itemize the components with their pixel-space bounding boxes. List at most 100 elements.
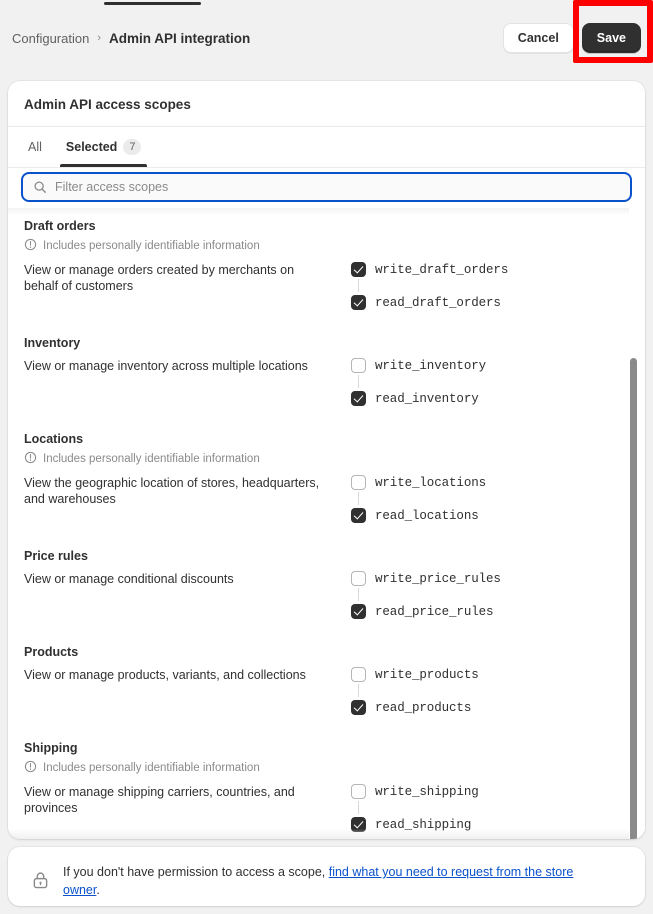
scope-name-label: read_products	[375, 700, 472, 715]
scope-group: Price rules View or manage conditional di…	[24, 538, 631, 634]
checkbox-checked[interactable]	[351, 391, 366, 406]
scope-description: View or manage products, variants, and c…	[24, 668, 306, 682]
checkbox-unchecked[interactable]	[351, 667, 366, 682]
scope-group: Shipping Includes personally identifiable…	[24, 730, 631, 839]
scope-connector-line	[351, 278, 631, 294]
info-icon	[24, 760, 37, 776]
breadcrumb: Configuration › Admin API integration	[0, 31, 250, 46]
scope-checkbox-item[interactable]: write_draft_orders	[351, 261, 631, 278]
scope-row: View or manage inventory across multiple…	[24, 353, 631, 421]
scope-checkbox-item[interactable]: read_price_rules	[351, 603, 631, 620]
checkbox-unchecked[interactable]	[351, 571, 366, 586]
scope-row: View or manage orders created by merchan…	[24, 257, 631, 325]
scope-group-title: Locations	[24, 432, 84, 446]
tab-all-label: All	[28, 140, 42, 154]
scope-row: View or manage conditional discounts writ…	[24, 566, 631, 634]
scope-checkbox-item[interactable]: read_shipping	[351, 816, 631, 833]
breadcrumb-parent-link[interactable]: Configuration	[12, 31, 89, 46]
scope-name-label: read_draft_orders	[375, 295, 501, 310]
scope-checkbox-group: write_draft_orders read_draft_orders	[320, 261, 631, 311]
scope-checkbox-item[interactable]: read_inventory	[351, 390, 631, 407]
scope-group: Draft orders Includes personally identifi…	[24, 208, 631, 325]
scope-checkbox-item[interactable]: read_draft_orders	[351, 294, 631, 311]
chevron-right-icon: ›	[97, 31, 101, 44]
tab-selected-count: 7	[123, 139, 142, 155]
scrollbar-thumb[interactable]	[630, 358, 637, 839]
scope-description: View the geographic location of stores, …	[24, 476, 320, 506]
scope-description: View or manage orders created by merchan…	[24, 263, 295, 293]
scope-tabs: All Selected 7	[8, 127, 645, 167]
scope-row: View or manage shipping carriers, countr…	[24, 779, 631, 839]
scope-group-title: Shipping	[24, 741, 78, 755]
save-button[interactable]: Save	[581, 23, 641, 53]
scrollbar-track[interactable]	[630, 208, 637, 839]
scope-name-label: write_inventory	[375, 358, 487, 373]
checkbox-checked[interactable]	[351, 700, 366, 715]
search-icon	[33, 180, 47, 194]
scope-checkbox-item[interactable]: write_price_rules	[351, 570, 631, 587]
scope-checkbox-item[interactable]: write_inventory	[351, 357, 631, 374]
scope-group: Products View or manage products, variant…	[24, 634, 631, 730]
scope-group-title: Price rules	[24, 549, 88, 563]
lock-icon	[32, 871, 49, 895]
permission-banner-text: If you don't have permission to access a…	[63, 861, 583, 899]
scope-name-label: write_price_rules	[375, 571, 501, 586]
scope-group: Locations Includes personally identifiabl…	[24, 421, 631, 538]
card-title: Admin API access scopes	[24, 97, 191, 112]
scope-description: View or manage inventory across multiple…	[24, 359, 308, 373]
scope-name-label: read_locations	[375, 508, 479, 523]
access-scopes-card: Admin API access scopes All Selected 7 D…	[8, 81, 645, 839]
scope-name-label: write_draft_orders	[375, 262, 509, 277]
header-actions: Cancel Save	[502, 23, 653, 53]
cancel-button[interactable]: Cancel	[502, 23, 574, 53]
search-input[interactable]	[55, 180, 620, 194]
search-container	[8, 168, 645, 208]
pii-notice-label: Includes personally identifiable informa…	[43, 240, 260, 252]
active-tab-underline	[104, 2, 201, 5]
scopes-scroll-area[interactable]: Draft orders Includes personally identifi…	[8, 208, 645, 839]
pii-notice: Includes personally identifiable informa…	[24, 236, 631, 257]
top-tab-strip	[0, 0, 653, 10]
scope-description: View or manage conditional discounts	[24, 572, 234, 586]
pii-notice: Includes personally identifiable informa…	[24, 449, 631, 470]
checkbox-checked[interactable]	[351, 604, 366, 619]
scope-group-title: Inventory	[24, 336, 81, 350]
scope-name-label: write_products	[375, 667, 479, 682]
scope-checkbox-item[interactable]: write_locations	[351, 474, 631, 491]
scope-checkbox-item[interactable]: read_locations	[351, 507, 631, 524]
checkbox-checked[interactable]	[351, 262, 366, 277]
scope-checkbox-group: write_price_rules read_price_rules	[320, 570, 631, 620]
scope-checkbox-item[interactable]: read_products	[351, 699, 631, 716]
checkbox-checked[interactable]	[351, 295, 366, 310]
scope-group-title: Products	[24, 645, 79, 659]
checkbox-unchecked[interactable]	[351, 784, 366, 799]
checkbox-unchecked[interactable]	[351, 358, 366, 373]
checkbox-unchecked[interactable]	[351, 475, 366, 490]
checkbox-checked[interactable]	[351, 508, 366, 523]
scope-connector-line	[351, 374, 631, 390]
tab-all[interactable]: All	[16, 127, 54, 167]
info-icon	[24, 451, 37, 467]
banner-text-after: .	[96, 883, 100, 897]
scope-connector-line	[351, 587, 631, 603]
scope-name-label: write_locations	[375, 475, 487, 490]
scope-checkbox-group: write_locations read_locations	[320, 474, 631, 524]
scope-connector-line	[351, 491, 631, 507]
scope-name-label: read_shipping	[375, 817, 472, 832]
tab-selected-label: Selected	[65, 140, 118, 154]
permission-banner: If you don't have permission to access a…	[8, 847, 645, 906]
scope-group: Inventory View or manage inventory across…	[24, 325, 631, 421]
scope-connector-line	[351, 800, 631, 816]
scopes-list: Draft orders Includes personally identifi…	[8, 208, 645, 839]
search-box[interactable]	[21, 172, 632, 202]
scope-checkbox-item[interactable]: write_shipping	[351, 783, 631, 800]
scope-row: View or manage products, variants, and c…	[24, 662, 631, 730]
pii-notice-label: Includes personally identifiable informa…	[43, 453, 260, 465]
scope-name-label: write_shipping	[375, 784, 479, 799]
info-icon	[24, 238, 37, 254]
scope-name-label: read_price_rules	[375, 604, 494, 619]
page-title: Admin API integration	[109, 30, 251, 46]
scope-checkbox-item[interactable]: write_products	[351, 666, 631, 683]
tab-selected[interactable]: Selected 7	[54, 127, 154, 167]
checkbox-checked[interactable]	[351, 817, 366, 832]
